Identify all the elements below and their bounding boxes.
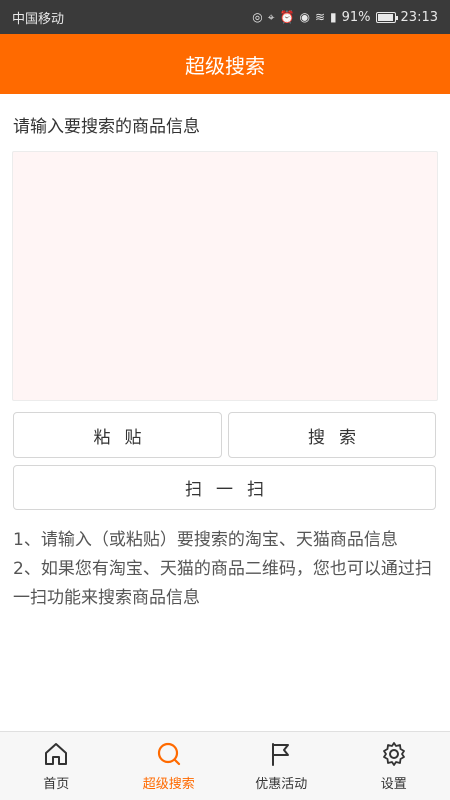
- tip-2: 2、如果您有淘宝、天猫的商品二维码，您也可以通过扫一扫功能来搜索商品信息: [13, 559, 432, 608]
- search-icon: [157, 742, 180, 765]
- page-title: 超级搜索: [185, 53, 265, 78]
- location-icon: ⌖: [267, 9, 275, 24]
- status-bar: 中国移动 ◎ ⌖ ⏰ ◉ ≋ ▮ 91% 23:13: [0, 0, 450, 34]
- search-input[interactable]: [12, 151, 438, 401]
- nav-label-super-search: 超级搜索: [142, 776, 195, 792]
- nav-item-settings[interactable]: 设置: [338, 732, 450, 800]
- gear-icon: [382, 741, 405, 766]
- status-icons: ◎ ⌖ ⏰ ◉ ≋ ▮ 91% 23:13: [252, 10, 438, 25]
- app-header: 超级搜索: [0, 34, 450, 94]
- carrier-label: 中国移动: [12, 11, 65, 27]
- nav-label-home: 首页: [43, 776, 70, 792]
- nav-label-settings: 设置: [380, 776, 407, 792]
- nav-label-promotions: 优惠活动: [255, 776, 308, 792]
- flag-icon: [272, 742, 290, 766]
- signal-icon: ▮: [330, 10, 337, 24]
- tip-1: 1、请输入（或粘贴）要搜索的淘宝、天猫商品信息: [13, 530, 398, 550]
- battery-percent: 91%: [341, 9, 371, 25]
- nav-item-home[interactable]: 首页: [0, 732, 113, 800]
- search-button[interactable]: 搜索: [228, 412, 436, 458]
- scan-button-label: 扫一扫: [185, 480, 278, 500]
- nav-item-super-search[interactable]: 超级搜索: [113, 732, 226, 800]
- wifi-icon: ≋: [314, 10, 326, 24]
- search-button-label: 搜索: [308, 427, 370, 448]
- alarm-icon: ⏰: [279, 10, 295, 24]
- nav-item-promotions[interactable]: 优惠活动: [225, 732, 338, 800]
- eye-icon: ◉: [299, 10, 310, 24]
- clock: 23:13: [400, 9, 438, 25]
- paste-button-label: 粘贴: [93, 427, 156, 448]
- home-icon: [45, 742, 68, 765]
- scan-button[interactable]: 扫一扫: [13, 465, 436, 510]
- bottom-nav: 首页 超级搜索 优惠活动 设置: [0, 731, 450, 800]
- sync-icon: ◎: [252, 10, 263, 24]
- paste-button[interactable]: 粘贴: [13, 412, 222, 458]
- search-prompt-label: 请输入要搜索的商品信息: [13, 117, 200, 137]
- battery-icon: [375, 11, 398, 23]
- tips: 1、请输入（或粘贴）要搜索的淘宝、天猫商品信息 2、如果您有淘宝、天猫的商品二维…: [13, 526, 443, 613]
